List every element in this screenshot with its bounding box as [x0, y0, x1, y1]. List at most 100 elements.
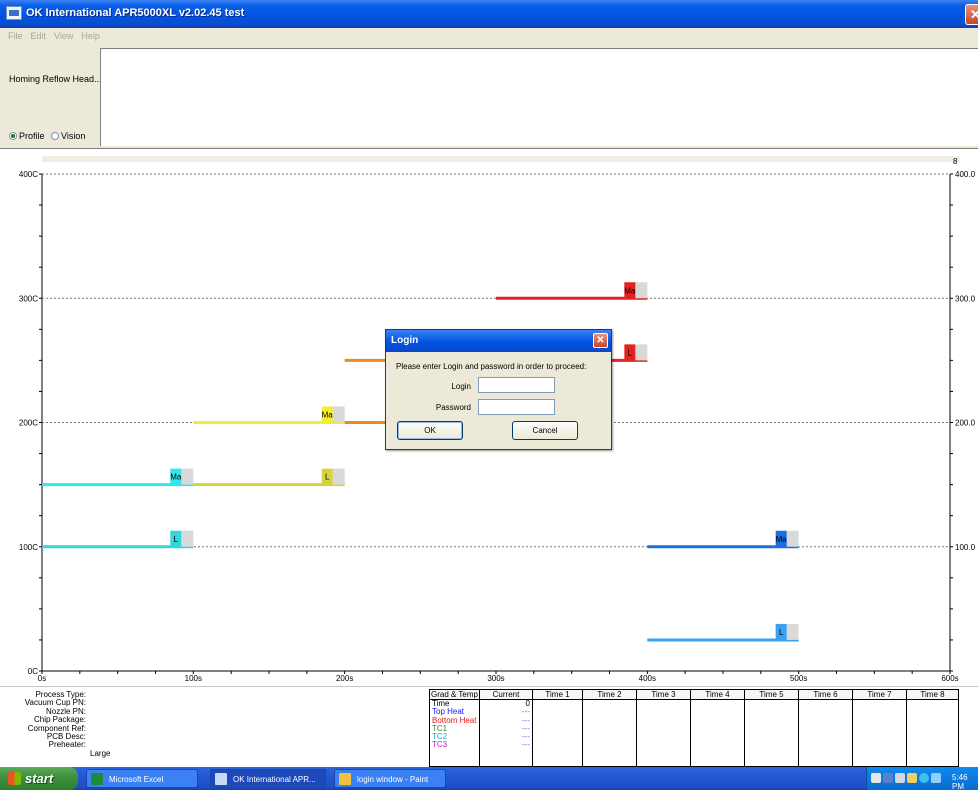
- marker-label: Ma: [776, 535, 788, 544]
- title-bar[interactable]: OK International APR5000XL v2.02.45 test…: [0, 0, 978, 28]
- chart-top-band: [42, 156, 960, 162]
- param-tc3: TC3: [432, 740, 448, 750]
- y-tick-label-right: 100.0: [955, 543, 976, 552]
- marker-tab: [181, 530, 194, 547]
- marker-label: L: [628, 348, 633, 357]
- marker-tab: [786, 623, 799, 640]
- vision-label[interactable]: Vision: [61, 131, 85, 141]
- marker-label: L: [174, 535, 179, 544]
- spec-labels: Process Type: Vacuum Cup PN: Nozzle PN: …: [0, 690, 86, 750]
- profile-radio[interactable]: [9, 131, 17, 140]
- time-4-cell: [690, 699, 745, 767]
- menu-help[interactable]: Help: [81, 28, 100, 44]
- preheater-value: Large: [90, 749, 111, 758]
- taskbar: start Microsoft Excel OK International A…: [0, 767, 978, 791]
- x-tick-label: 600s: [941, 674, 958, 683]
- header-grad-temp: Grad & Temp: [429, 689, 480, 700]
- header-time-2: Time 2: [582, 689, 637, 700]
- x-tick-label: 200s: [336, 674, 353, 683]
- start-button[interactable]: start: [0, 767, 78, 790]
- tray-monitor-icon[interactable]: [895, 773, 905, 783]
- time-2-cell: [582, 699, 637, 767]
- bottom-panel: Process Type: Vacuum Cup PN: Nozzle PN: …: [0, 686, 978, 767]
- header-current: Current: [479, 689, 533, 700]
- login-label: Login: [451, 382, 471, 391]
- ok-button[interactable]: OK: [397, 421, 463, 440]
- y-tick-label-right: 200.0: [955, 419, 976, 428]
- y-tick-label-left: 300C: [19, 294, 38, 303]
- y-tick-label-right: 300.0: [955, 294, 976, 303]
- dialog-close-icon[interactable]: ✕: [593, 333, 608, 348]
- marker-label: Ma: [170, 473, 182, 482]
- marker-tab: [181, 468, 194, 485]
- header-time-8: Time 8: [906, 689, 959, 700]
- tray-tool-icon[interactable]: [871, 773, 881, 783]
- time-8-cell: [906, 699, 959, 767]
- status-panel: Homing Reflow Head... Profile Vision: [0, 45, 978, 146]
- header-time-7: Time 7: [852, 689, 907, 700]
- dialog-title: Login: [391, 335, 419, 346]
- paint-icon: [339, 773, 351, 785]
- time-5-cell: [744, 699, 799, 767]
- start-label: start: [25, 771, 54, 786]
- y-tick-label-left: 400C: [19, 170, 38, 179]
- tray-network-icon[interactable]: [883, 773, 893, 783]
- task-excel-label: Microsoft Excel: [109, 775, 164, 784]
- vision-radio[interactable]: [51, 131, 60, 140]
- marker-label: L: [325, 473, 330, 482]
- cancel-button[interactable]: Cancel: [512, 421, 578, 440]
- login-dialog: Login ✕ Please enter Login and password …: [385, 329, 612, 450]
- tray-help-icon[interactable]: [907, 773, 917, 783]
- y-tick-label-left: 0C: [28, 667, 38, 676]
- x-tick-label: 500s: [790, 674, 807, 683]
- app-icon: [6, 6, 22, 20]
- menu-edit[interactable]: Edit: [31, 28, 47, 44]
- x-tick-label: 400s: [639, 674, 656, 683]
- windows-logo-icon: [8, 772, 21, 785]
- close-icon[interactable]: ✕: [965, 4, 978, 25]
- dialog-prompt: Please enter Login and password in order…: [396, 362, 587, 371]
- y-tick-label-left: 200C: [19, 419, 38, 428]
- x-tick-label: 0s: [38, 674, 46, 683]
- task-paint-label: login window - Paint: [357, 775, 429, 784]
- menu-bar: File Edit View Help: [0, 28, 978, 44]
- dialog-title-bar[interactable]: Login ✕: [386, 330, 611, 352]
- header-time-3: Time 3: [636, 689, 691, 700]
- tray-shield-icon[interactable]: [919, 773, 929, 783]
- menu-file[interactable]: File: [8, 28, 23, 44]
- mode-selector: Profile Vision: [9, 130, 89, 141]
- tray-volume-icon[interactable]: [931, 773, 941, 783]
- task-apr-label: OK International APR...: [233, 775, 316, 784]
- apr-app-icon: [215, 773, 227, 785]
- current-values: 0 --- --- --- --- ---: [479, 699, 533, 767]
- info-area: [100, 48, 978, 146]
- header-time-1: Time 1: [532, 689, 583, 700]
- menu-view[interactable]: View: [54, 28, 73, 44]
- y-tick-label-left: 100C: [19, 543, 38, 552]
- x-tick-label: 100s: [185, 674, 202, 683]
- password-input[interactable]: [478, 399, 555, 415]
- status-text: Homing Reflow Head...: [9, 74, 102, 84]
- time-6-cell: [798, 699, 853, 767]
- task-apr[interactable]: OK International APR...: [210, 769, 326, 788]
- param-list: Time Top Heat Bottom Heat TC1 TC2 TC3: [429, 699, 480, 767]
- profile-label[interactable]: Profile: [19, 131, 45, 141]
- login-input[interactable]: [478, 377, 555, 393]
- task-paint[interactable]: login window - Paint: [334, 769, 446, 788]
- marker-tab: [635, 344, 648, 361]
- y-tick-label-right: 400.0: [955, 170, 976, 179]
- marker-tab: [332, 468, 345, 485]
- header-time-4: Time 4: [690, 689, 745, 700]
- clock: 5:46 PM: [952, 773, 968, 791]
- marker-label: Ma: [624, 286, 636, 295]
- window-title: OK International APR5000XL v2.02.45 test: [26, 7, 245, 19]
- time-1-cell: [532, 699, 583, 767]
- marker-label: Ma: [322, 411, 334, 420]
- header-time-5: Time 5: [744, 689, 799, 700]
- system-tray: 5:46 PM: [866, 767, 978, 791]
- task-excel[interactable]: Microsoft Excel: [86, 769, 198, 788]
- password-label: Password: [435, 403, 471, 412]
- readout-table: Grad & Temp Current Time 1 Time 2 Time 3…: [429, 689, 959, 767]
- current-tc3: ---: [522, 740, 530, 750]
- time-3-cell: [636, 699, 691, 767]
